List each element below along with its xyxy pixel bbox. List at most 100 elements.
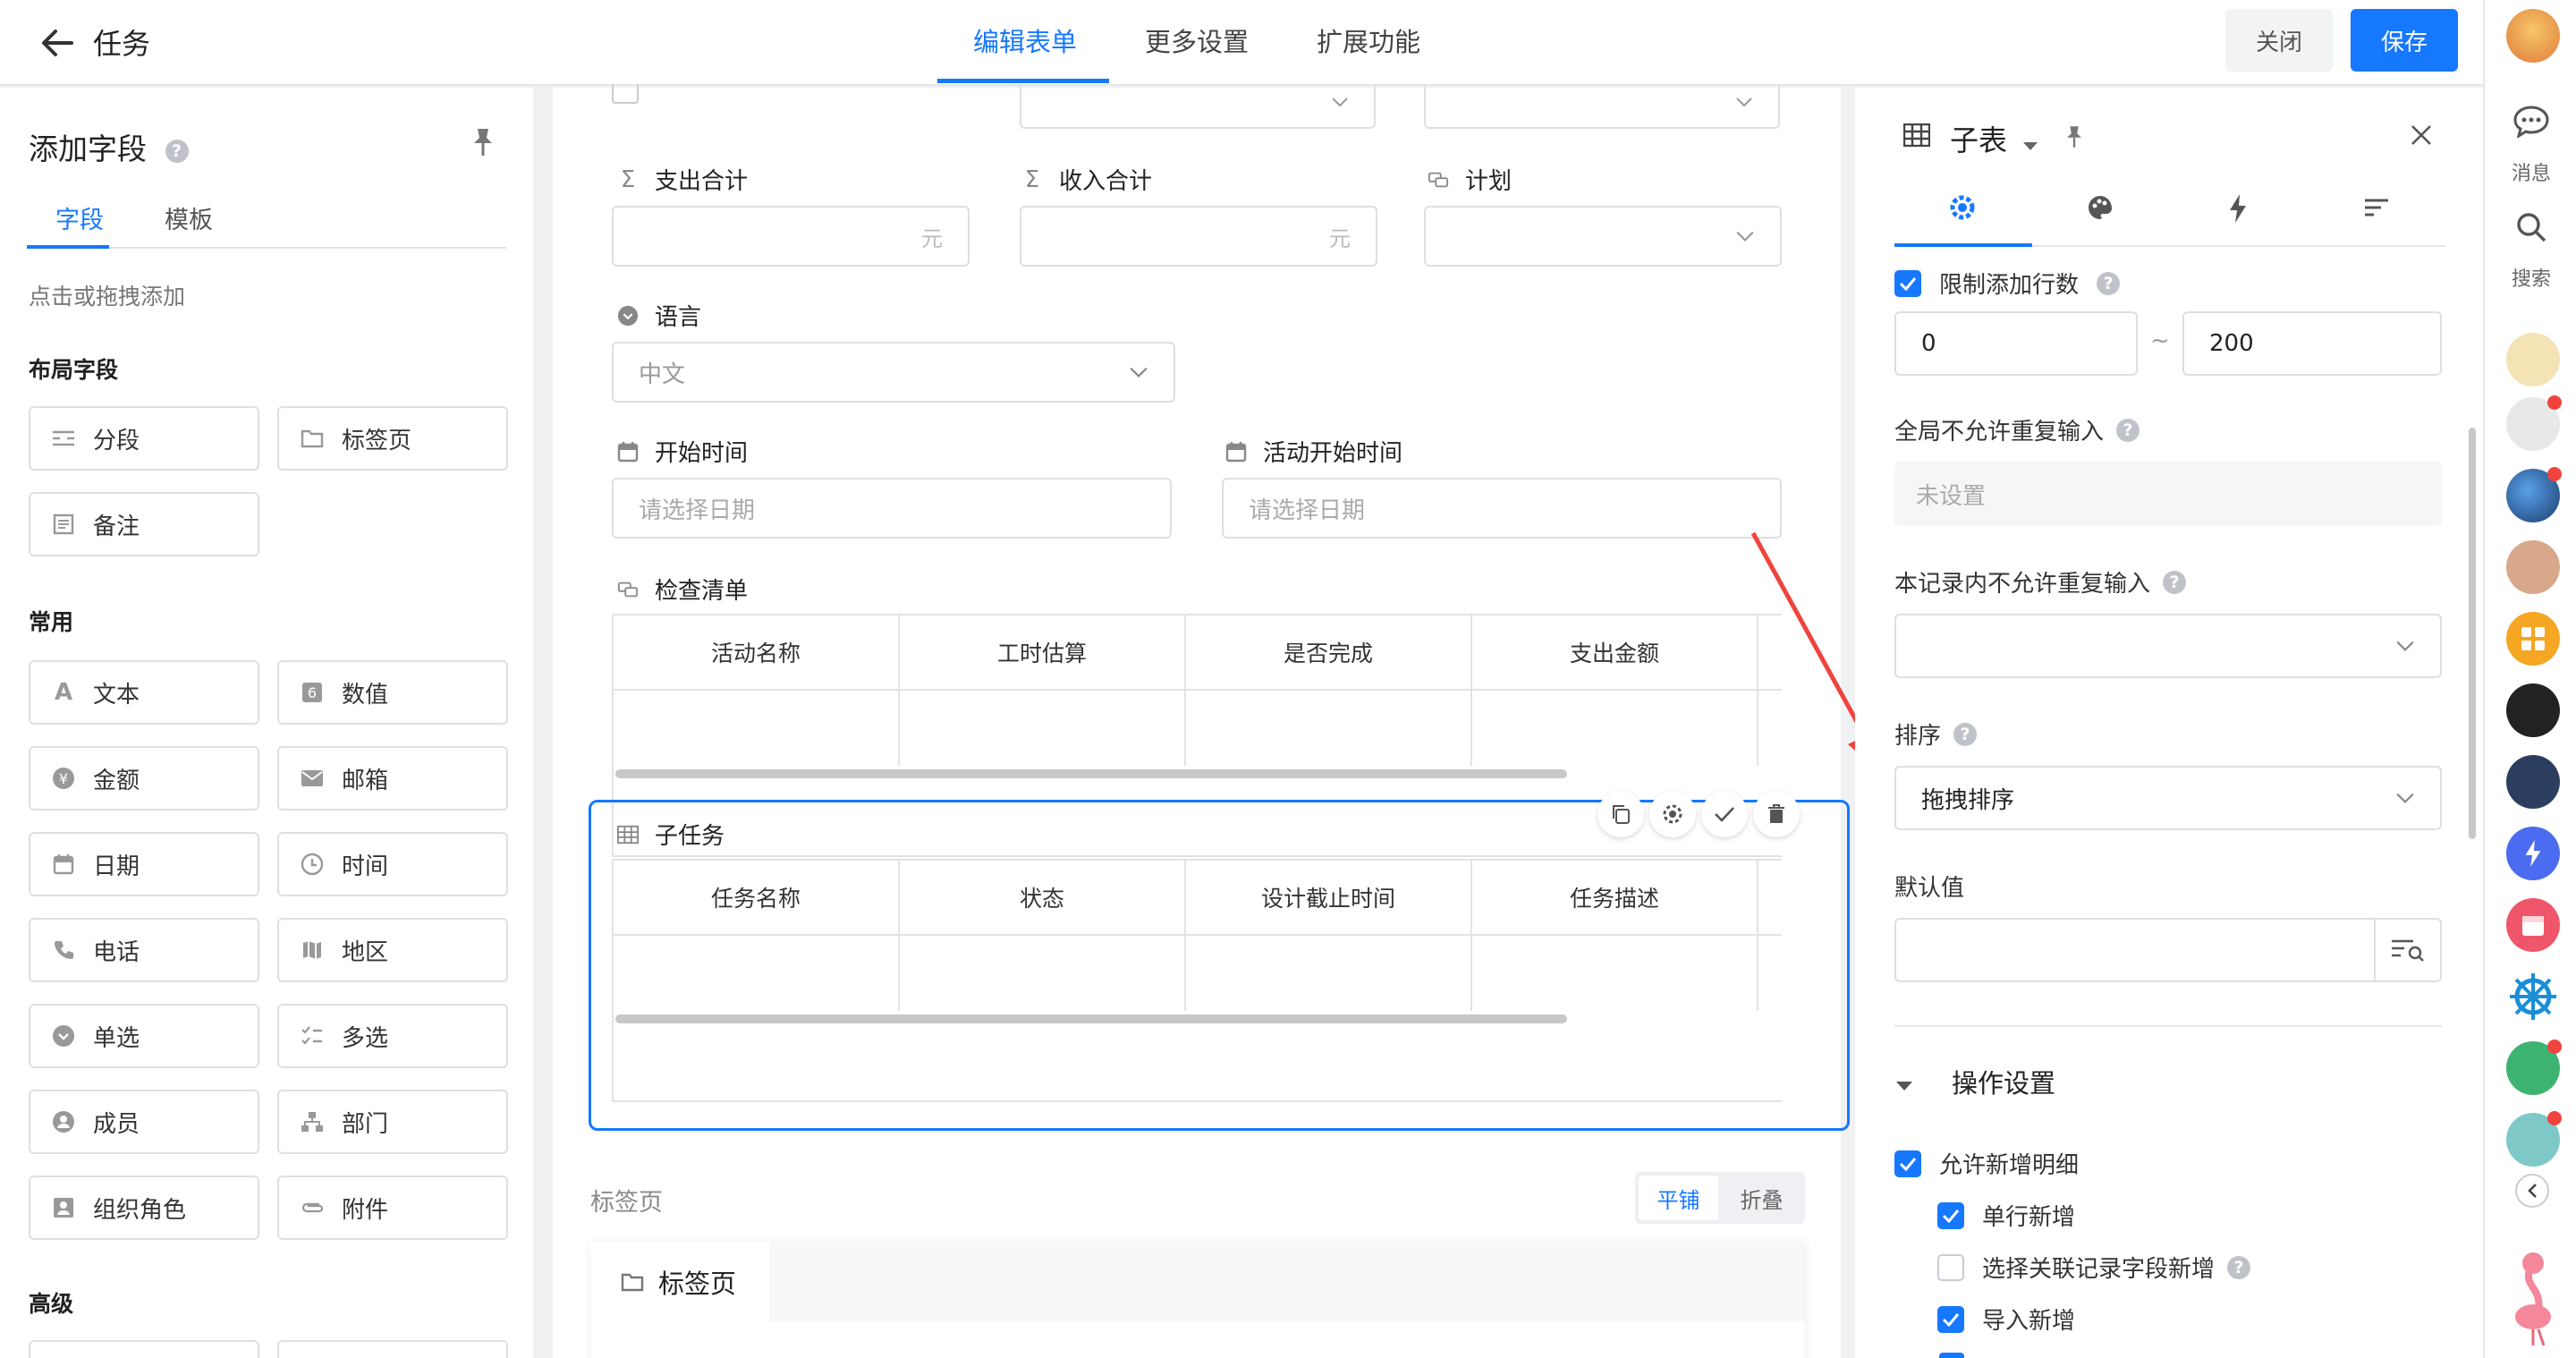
app-avatar[interactable] [2506, 395, 2562, 451]
field-section[interactable]: 分段 [29, 406, 259, 471]
trash-icon[interactable] [1753, 791, 1800, 837]
help-icon[interactable]: ? [2163, 570, 2187, 594]
grid-app-icon[interactable] [2506, 612, 2560, 666]
limit-rows-min-input[interactable]: 0 [1894, 311, 2138, 376]
tab-extensions[interactable]: 扩展功能 [1317, 21, 1420, 59]
mode-tile-button[interactable]: 平铺 [1639, 1176, 1718, 1220]
tab-fields[interactable]: 字段 [55, 200, 104, 235]
help-icon[interactable]: ? [2116, 418, 2140, 442]
import-add-checkbox[interactable] [1937, 1305, 1964, 1333]
income-total-field[interactable]: 元 [1020, 206, 1377, 267]
map-icon [299, 937, 326, 963]
field-tabs[interactable]: 标签页 [277, 406, 508, 471]
record-unique-select[interactable] [1894, 614, 2442, 678]
close-icon[interactable] [2410, 123, 2433, 153]
org-chart-icon [299, 1108, 326, 1135]
field-attachment[interactable]: 附件 [277, 1176, 508, 1240]
save-button[interactable]: 保存 [2351, 9, 2458, 72]
caret-down-icon[interactable] [2021, 131, 2039, 157]
app-avatar[interactable] [2506, 1111, 2562, 1167]
select-partial[interactable] [1424, 84, 1780, 129]
field-region[interactable]: 地区 [277, 918, 508, 982]
chat-bubble-icon[interactable] [2513, 106, 2549, 144]
lightning-app-icon[interactable] [2506, 827, 2560, 880]
limit-rows-checkbox[interactable] [1894, 269, 1921, 297]
subtask-label: 子任务 [617, 818, 724, 851]
panel-title: 子表 [1950, 123, 2008, 157]
triangle-down-icon[interactable] [1894, 1072, 1914, 1099]
field-note[interactable]: 备注 [29, 492, 259, 556]
radio-icon [617, 305, 639, 327]
field-date[interactable]: 日期 [29, 832, 259, 896]
checkbox-partial[interactable] [612, 84, 639, 104]
language-select[interactable]: 中文 [612, 342, 1175, 403]
check-icon[interactable] [1701, 791, 1748, 837]
tab-item[interactable]: 标签页 [590, 1242, 769, 1322]
app-avatar[interactable] [2506, 333, 2560, 386]
plan-select[interactable] [1424, 206, 1782, 267]
gear-icon[interactable] [1948, 193, 1977, 228]
global-unique-field[interactable]: 未设置 [1894, 462, 2442, 526]
allow-add-checkbox[interactable] [1894, 1150, 1921, 1177]
sort-icon[interactable] [2363, 197, 2390, 225]
help-icon[interactable]: ? [2097, 271, 2121, 295]
vertical-scrollbar[interactable] [2469, 428, 2476, 839]
tab-more-settings[interactable]: 更多设置 [1145, 21, 1249, 59]
helm-app-icon[interactable] [2506, 970, 2560, 1023]
income-total-label: Σ 收入合计 [1021, 163, 1152, 196]
back-arrow-icon[interactable] [36, 21, 79, 64]
subtask-table[interactable]: 任务名称 状态 设计截止时间 任务描述 [612, 859, 1782, 1102]
field-time[interactable]: 时间 [277, 832, 508, 896]
flamingo-icon[interactable] [2508, 1249, 2558, 1354]
field-member[interactable]: 成员 [29, 1090, 259, 1154]
help-icon[interactable]: ? [2227, 1255, 2251, 1279]
pin-icon[interactable] [470, 127, 496, 164]
tab-templates[interactable]: 模板 [165, 200, 213, 235]
collapse-dock-icon[interactable] [2515, 1174, 2549, 1208]
checkbox-partial[interactable] [1939, 1353, 1964, 1358]
limit-rows-max-input[interactable]: 200 [2182, 311, 2442, 376]
app-avatar[interactable] [2506, 467, 2562, 522]
linked-record-add-checkbox[interactable] [1937, 1253, 1964, 1281]
field-multi-select[interactable]: 多选 [277, 1004, 508, 1068]
field-email[interactable]: 邮箱 [277, 746, 508, 811]
horizontal-scrollbar[interactable] [615, 769, 1567, 778]
help-icon[interactable]: ? [165, 139, 189, 163]
app-avatar[interactable] [2506, 755, 2560, 809]
mode-collapse-button[interactable]: 折叠 [1722, 1176, 1801, 1220]
field-advanced-partial[interactable] [277, 1340, 508, 1358]
field-org-role[interactable]: 组织角色 [29, 1176, 259, 1240]
calendar-app-icon[interactable] [2506, 898, 2560, 952]
field-advanced-partial[interactable] [29, 1340, 259, 1358]
add-field-panel: 添加字段 ? 字段 模板 点击或拖拽添加 布局字段 分段 标签页 备注 常用 A… [0, 88, 533, 1358]
copy-icon[interactable] [1597, 791, 1644, 837]
field-text[interactable]: A 文本 [29, 660, 259, 725]
user-avatar[interactable] [2506, 9, 2560, 63]
single-row-add-checkbox[interactable] [1937, 1201, 1964, 1229]
field-phone[interactable]: 电话 [29, 918, 259, 982]
default-value-field[interactable] [1894, 918, 2442, 982]
field-amount[interactable]: ¥ 金额 [29, 746, 259, 811]
activity-start-time-field[interactable]: 请选择日期 [1222, 478, 1782, 539]
sort-select[interactable]: 拖拽排序 [1894, 766, 2442, 830]
select-partial[interactable] [1020, 84, 1376, 129]
tab-edit-form[interactable]: 编辑表单 [973, 21, 1077, 59]
pin-icon[interactable] [2064, 123, 2084, 157]
lightning-icon[interactable] [2227, 193, 2249, 230]
horizontal-scrollbar[interactable] [615, 1014, 1567, 1023]
start-time-field[interactable]: 请选择日期 [612, 478, 1172, 539]
expense-total-field[interactable]: 元 [612, 206, 970, 267]
app-avatar[interactable] [2506, 540, 2560, 594]
start-time-label: 开始时间 [617, 435, 748, 468]
app-avatar[interactable] [2506, 683, 2560, 737]
formula-search-icon[interactable] [2374, 920, 2440, 980]
search-icon[interactable] [2515, 211, 2547, 250]
settings-icon[interactable] [1649, 791, 1696, 837]
help-icon[interactable]: ? [1953, 722, 1978, 746]
field-department[interactable]: 部门 [277, 1090, 508, 1154]
field-number[interactable]: 6 数值 [277, 660, 508, 725]
group-app-icon[interactable] [2506, 1040, 2562, 1095]
field-single-select[interactable]: 单选 [29, 1004, 259, 1068]
palette-icon[interactable] [2086, 193, 2114, 228]
close-button[interactable]: 关闭 [2225, 9, 2333, 72]
